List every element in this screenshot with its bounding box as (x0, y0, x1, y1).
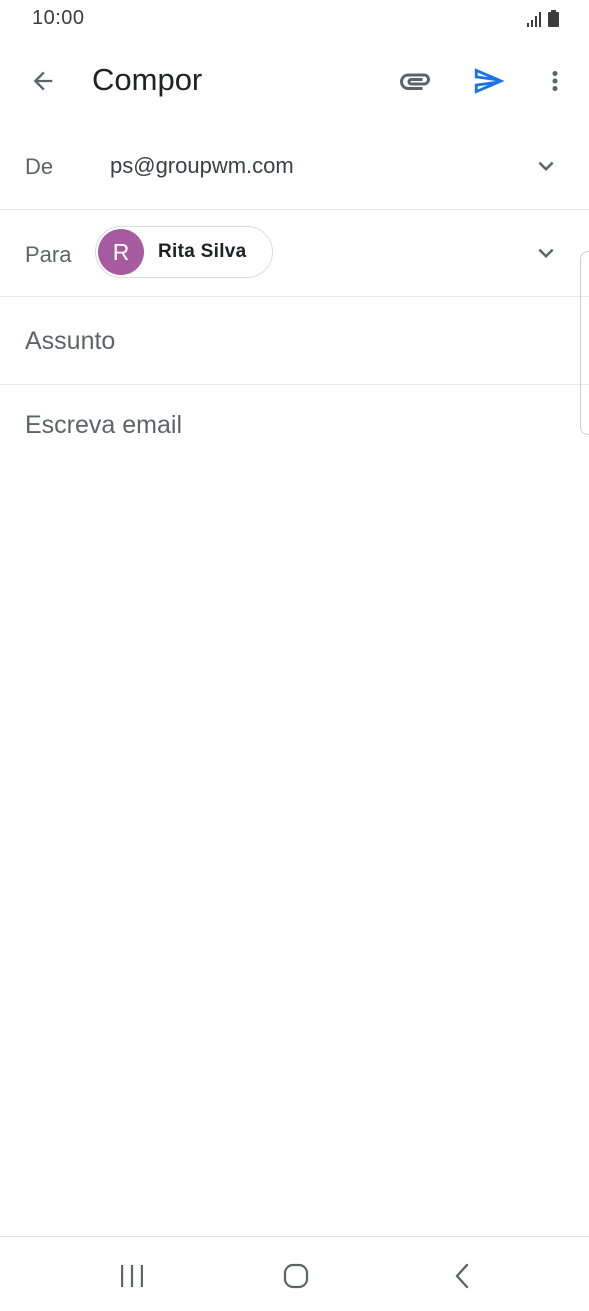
attach-button[interactable] (392, 58, 438, 104)
avatar: R (98, 229, 144, 275)
system-back-button[interactable] (432, 1251, 492, 1301)
battery-icon (548, 10, 559, 27)
home-icon (283, 1263, 309, 1289)
home-button[interactable] (266, 1251, 326, 1301)
subject-input[interactable] (25, 323, 545, 359)
from-dropdown-button[interactable] (528, 148, 564, 184)
page-title: Compor (92, 62, 203, 97)
recipient-chip[interactable]: R Rita Silva (95, 226, 273, 278)
recent-apps-icon (121, 1265, 143, 1287)
back-button[interactable] (20, 58, 66, 104)
status-bar: 10:00 (0, 0, 589, 38)
status-icons (526, 10, 559, 27)
chevron-down-icon (538, 161, 554, 171)
from-row: De ps@groupwm.com (0, 124, 589, 210)
status-time: 10:00 (32, 7, 85, 29)
chevron-down-icon (538, 248, 554, 258)
subject-row (0, 297, 589, 385)
body-input[interactable] (25, 405, 555, 1185)
to-dropdown-button[interactable] (528, 235, 564, 271)
more-options-button[interactable] (532, 58, 578, 104)
navigation-bar (0, 1236, 589, 1311)
send-icon (474, 68, 505, 94)
to-row[interactable]: Para R Rita Silva (0, 210, 589, 297)
recent-apps-button[interactable] (102, 1251, 162, 1301)
signal-icon (527, 12, 541, 27)
back-icon (455, 1263, 469, 1289)
send-button[interactable] (466, 58, 512, 104)
from-label: De (25, 154, 54, 179)
edge-panel-handle[interactable] (580, 251, 589, 435)
from-address[interactable]: ps@groupwm.com (110, 153, 294, 179)
back-arrow-icon (33, 71, 53, 91)
to-label: Para (25, 242, 72, 267)
app-bar: Compor (0, 40, 589, 120)
recipient-name: Rita Silva (158, 241, 247, 262)
more-vert-icon (552, 71, 558, 91)
paperclip-icon (400, 73, 430, 90)
